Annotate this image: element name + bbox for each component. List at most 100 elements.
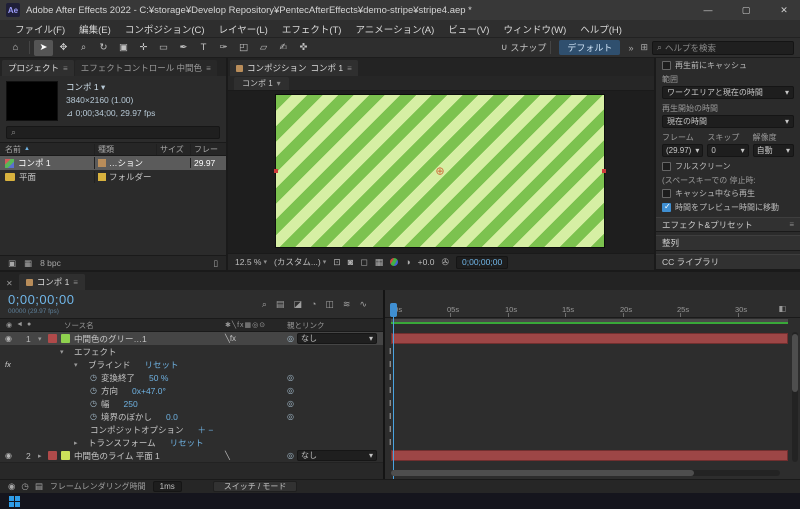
column-type[interactable]: 種類 [94,144,156,155]
composition-viewer[interactable]: ⊕ [228,91,654,253]
draft-3d-icon[interactable]: ◪ [293,299,302,310]
group-name[interactable]: エフェクト [74,346,117,358]
frame-rate-dropdown[interactable]: (29.97) ▾ [662,144,703,157]
prop-direction-row[interactable]: ◷ 方向 0x+47.0° ◎ [0,384,383,397]
orbit-tool-icon[interactable]: ↻ [94,40,113,56]
prop-transition-completion-row[interactable]: ◷ 変換終了 50 % ◎ [0,371,383,384]
zoom-tool-icon[interactable]: ⌕ [74,40,93,56]
scrollbar-thumb[interactable] [391,470,694,476]
layer-switches[interactable]: ╲fx [225,334,287,343]
cc-libraries-section[interactable]: CC ライブラリ [656,254,800,270]
source-name-column[interactable]: ソース名 [44,320,225,331]
effects-presets-section[interactable]: エフェクト&プリセット ≡ [656,217,800,233]
render-time-icon[interactable]: ◷ [21,481,28,492]
panel-menu-icon[interactable]: ≡ [347,64,352,73]
property-value[interactable]: 250 [124,399,138,409]
grid-guides-icon[interactable]: ▦ [375,257,384,268]
skip-dropdown[interactable]: 0 ▾ [707,144,748,157]
channel-color-icon[interactable] [390,258,398,266]
panel-close-icon[interactable]: ✕ [4,279,15,290]
layer-name[interactable]: 中間色のライム 平面 1 [74,450,160,462]
flow-icon[interactable]: ▤ [35,481,43,492]
layer-handle-left[interactable] [274,169,278,173]
tab-project[interactable]: プロジェクト ≡ [2,60,74,76]
track-row-layer-1[interactable] [385,332,800,345]
panel-menu-icon[interactable]: ≡ [63,64,68,73]
panel-menu-icon[interactable]: ≡ [789,220,794,229]
track-row[interactable]: I [385,410,800,423]
cache-before-playback-row[interactable]: 再生前にキャッシュ [656,58,800,72]
timeline-timecode[interactable]: 0;00;00;00 [8,293,74,307]
pickwhip-icon[interactable]: ◎ [287,399,294,408]
layer-handle-right[interactable] [602,169,606,173]
reset-link[interactable]: リセット [145,359,179,371]
maximize-button[interactable]: ▢ [730,0,762,20]
fullscreen-row[interactable]: フルスクリーン [656,159,800,173]
graph-editor-icon[interactable]: ∿ [359,299,367,310]
parent-dropdown[interactable]: なし ▾ [297,450,377,461]
track-row[interactable]: I [385,397,800,410]
play-while-caching-row[interactable]: キャッシュ中なら再生 [656,186,800,200]
menu-file[interactable]: ファイル(F) [8,22,72,36]
reset-link[interactable]: リセット [170,437,204,449]
twirl-closed-icon[interactable]: ▸ [38,452,48,460]
color-depth-label[interactable]: 8 bpc [40,258,61,268]
windows-start-icon[interactable] [9,496,20,507]
layer-row-1[interactable]: ◉ 1 ▾ 中間色のグリー…1 ╲fx ◎ なし [0,332,383,345]
puppet-tool-icon[interactable]: ✜ [294,40,313,56]
twirl-open-icon[interactable]: ▾ [38,335,48,343]
layer-name[interactable]: 中間色のグリー…1 [74,333,147,345]
property-name[interactable]: 変換終了 [101,372,135,384]
frame-blend-icon[interactable]: ◫ [325,299,334,310]
zoom-dropdown[interactable]: 12.5 % ▾ [235,257,267,267]
current-time-indicator-handle[interactable] [390,303,397,317]
mask-shape-tool-icon[interactable]: ▭ [154,40,173,56]
pen-tool-icon[interactable]: ✒ [174,40,193,56]
align-section[interactable]: 整列 [656,235,800,251]
play-from-dropdown[interactable]: 現在の時間 ▾ [662,115,794,128]
property-name[interactable]: 幅 [101,398,110,410]
label-color-chip[interactable] [48,334,57,343]
stopwatch-icon[interactable]: ◷ [90,399,97,408]
compositing-options-row[interactable]: コンポジットオプション ＋ − [0,423,383,436]
eye-icon[interactable]: ◉ [5,334,12,343]
new-folder-icon[interactable]: ▦ [24,258,32,269]
label-color-chip[interactable] [48,451,57,460]
current-time-indicator-line[interactable] [393,304,394,479]
track-row[interactable]: I [385,436,800,449]
twirl-closed-icon[interactable]: ▸ [74,439,84,447]
effect-blinds-row[interactable]: fx ▾ ブラインド リセット [0,358,383,371]
project-row-comp[interactable]: コンポ 1 …ション 29.97 [0,156,226,170]
safe-zones-icon[interactable]: ⊡ [333,257,341,268]
comp-marker-bin-icon[interactable]: ◧ [778,304,786,313]
menu-animation[interactable]: アニメーション(A) [348,22,441,36]
stopwatch-icon[interactable]: ◷ [90,386,97,395]
pickwhip-icon[interactable]: ◎ [287,334,294,343]
camera-tool-icon[interactable]: ▣ [114,40,133,56]
workspace-button[interactable]: デフォルト [559,40,620,55]
viewer-tab-comp1[interactable]: コンポ 1 ▾ [234,77,289,90]
panel-menu-icon[interactable]: ≡ [206,64,211,73]
menu-help[interactable]: ヘルプ(H) [573,22,629,36]
layer-duration-bar[interactable] [391,333,788,344]
property-value[interactable]: 0.0 [166,412,178,422]
move-time-row[interactable]: 時間をプレビュー時間に移動 [656,200,800,214]
minimize-button[interactable]: — [692,0,724,20]
menu-window[interactable]: ウィンドウ(W) [496,22,573,36]
home-icon[interactable]: ⌂ [6,40,25,56]
twirl-open-icon[interactable]: ▾ [74,361,84,369]
cache-before-playback-checkbox[interactable] [662,61,671,70]
brush-tool-icon[interactable]: ✑ [214,40,233,56]
pickwhip-icon[interactable]: ◎ [287,386,294,395]
track-row[interactable]: I [385,371,800,384]
snap-icon[interactable]: ∪ [501,42,508,53]
range-dropdown[interactable]: ワークエリアと現在の時間 ▾ [662,86,794,99]
fullscreen-checkbox[interactable] [662,162,671,171]
help-search-input[interactable] [665,43,789,53]
time-ruler[interactable]: 00s 05s 10s 15s 20s 25s 30s ◧ [385,290,800,318]
timeline-horizontal-scrollbar[interactable] [391,470,780,476]
exposure-icon[interactable]: ◑ [405,257,410,267]
tab-effect-controls[interactable]: エフェクトコントロール 中間色 ≡ [75,60,217,76]
mask-visibility-icon[interactable]: ◙ [348,257,353,267]
add-remove-buttons[interactable]: ＋ − [198,424,214,436]
